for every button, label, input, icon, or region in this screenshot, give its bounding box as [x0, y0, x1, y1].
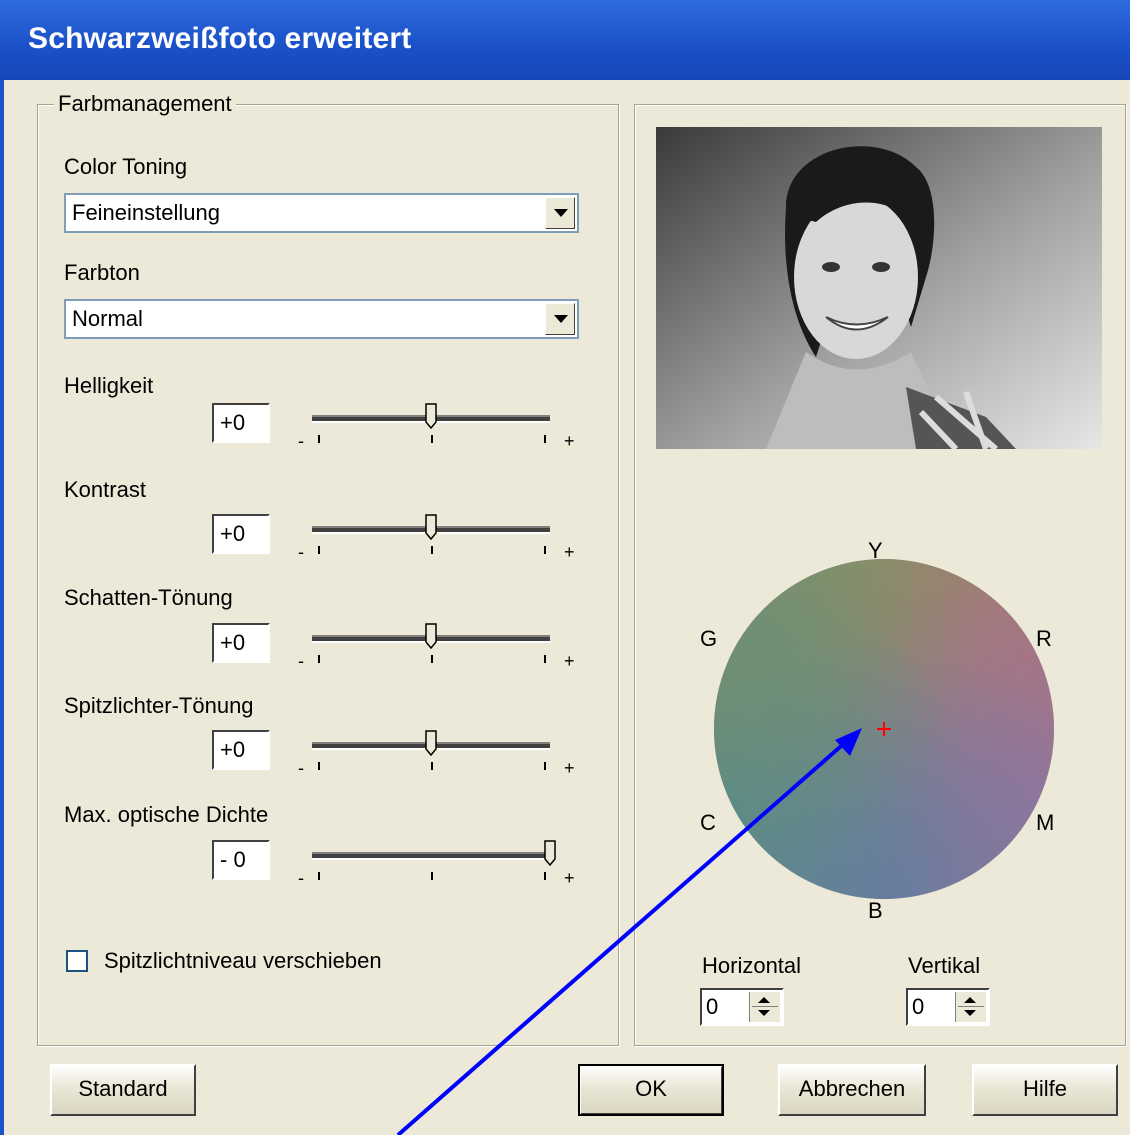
slider-tick: [544, 435, 546, 443]
hue-dropdown[interactable]: Normal: [64, 299, 579, 339]
color-wheel[interactable]: [696, 535, 1066, 915]
slider-tick: [318, 435, 320, 443]
brightness-label: Helligkeit: [64, 373, 154, 398]
slider-max-label: +: [564, 542, 575, 562]
cancel-button[interactable]: Abbrechen: [778, 1064, 926, 1116]
slider-thumb[interactable]: [425, 403, 437, 429]
shadow-toning-value-field[interactable]: +0: [212, 623, 270, 663]
highlight-toning-label: Spitzlichter-Tönung: [64, 693, 254, 718]
dialog-client-area: Farbmanagement Color Toning Feineinstell…: [6, 80, 1126, 1135]
contrast-slider[interactable]: - +: [292, 514, 575, 584]
color-management-group-label: Farbmanagement: [54, 91, 236, 117]
slider-tick: [544, 655, 546, 663]
vertical-label: Vertikal: [908, 953, 981, 978]
slider-tick: [431, 546, 433, 554]
wheel-label-c: C: [700, 810, 716, 835]
slider-min-label: -: [298, 431, 304, 451]
slider-tick: [318, 872, 320, 880]
horizontal-value: 0: [706, 994, 719, 1019]
slider-tick: [431, 655, 433, 663]
slider-min-label: -: [298, 758, 304, 778]
slider-min-label: -: [298, 542, 304, 562]
slider-tick: [431, 762, 433, 770]
title-bar[interactable]: Schwarzweißfoto erweitert: [0, 0, 1130, 80]
slider-tick: [431, 872, 433, 880]
slider-tick: [431, 435, 433, 443]
preview-image: [656, 127, 1102, 449]
brightness-value-field[interactable]: +0: [212, 403, 270, 443]
slider-tick: [544, 872, 546, 880]
slider-min-label: -: [298, 651, 304, 671]
hue-label: Farbton: [64, 260, 140, 285]
hue-value: Normal: [72, 306, 143, 331]
highlight-toning-slider[interactable]: - +: [292, 730, 575, 800]
slider-max-label: +: [564, 758, 575, 778]
slider-thumb[interactable]: [544, 840, 556, 866]
slider-tick: [318, 546, 320, 554]
slider-tick: [318, 655, 320, 663]
slider-thumb[interactable]: [425, 514, 437, 540]
color-wheel-area[interactable]: [696, 535, 1066, 915]
slider-thumb[interactable]: [425, 623, 437, 649]
slider-tick: [544, 546, 546, 554]
horizontal-label: Horizontal: [702, 953, 802, 978]
chevron-down-icon[interactable]: [545, 303, 575, 335]
max-density-value-field[interactable]: - 0: [212, 840, 270, 880]
color-toning-dropdown[interactable]: Feineinstellung: [64, 193, 579, 233]
slider-max-label: +: [564, 651, 575, 671]
slider-thumb[interactable]: [425, 730, 437, 756]
vertical-spinbox[interactable]: 0: [906, 988, 990, 1026]
color-toning-value: Feineinstellung: [72, 200, 220, 225]
help-button[interactable]: Hilfe: [972, 1064, 1118, 1116]
spin-arrows-icon[interactable]: [749, 992, 780, 1022]
slider-tick: [318, 762, 320, 770]
highlight-toning-value-field[interactable]: +0: [212, 730, 270, 770]
ok-button[interactable]: OK: [578, 1064, 724, 1116]
spin-arrows-icon[interactable]: [955, 992, 986, 1022]
chevron-down-icon[interactable]: [545, 197, 575, 229]
horizontal-spinbox[interactable]: 0: [700, 988, 784, 1026]
wheel-label-r: R: [1036, 626, 1052, 651]
highlight-shift-checkbox[interactable]: [66, 950, 88, 972]
brightness-slider[interactable]: - +: [292, 403, 575, 473]
max-density-label: Max. optische Dichte: [64, 802, 269, 827]
slider-min-label: -: [298, 868, 304, 888]
slider-max-label: +: [564, 431, 575, 451]
window-title: Schwarzweißfoto erweitert: [28, 22, 412, 55]
wheel-label-b: B: [868, 898, 883, 923]
wheel-label-g: G: [700, 626, 718, 651]
window-left-edge: [0, 0, 4, 1135]
highlight-shift-label[interactable]: Spitzlichtniveau verschieben: [104, 948, 382, 974]
slider-tick: [544, 762, 546, 770]
wheel-label-y: Y: [868, 538, 883, 563]
wheel-label-m: M: [1036, 810, 1055, 835]
contrast-value-field[interactable]: +0: [212, 514, 270, 554]
slider-track[interactable]: [312, 852, 550, 860]
standard-button[interactable]: Standard: [50, 1064, 196, 1116]
portrait-photo: [656, 127, 1102, 449]
max-density-slider[interactable]: - +: [292, 840, 575, 910]
slider-max-label: +: [564, 868, 575, 888]
color-toning-label: Color Toning: [64, 154, 188, 179]
shadow-toning-slider[interactable]: - +: [292, 623, 575, 693]
contrast-label: Kontrast: [64, 477, 146, 502]
shadow-toning-label: Schatten-Tönung: [64, 585, 233, 610]
vertical-value: 0: [912, 994, 925, 1019]
